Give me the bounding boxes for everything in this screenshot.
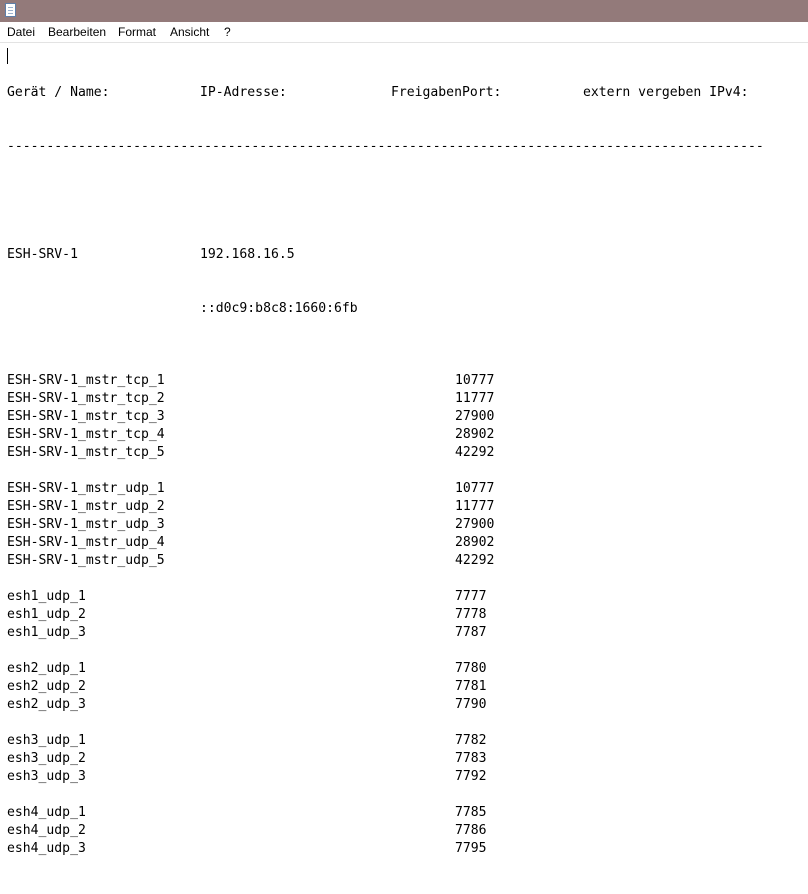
header-port: FreigabenPort: bbox=[391, 85, 502, 100]
entry-name: esh1_udp_2 bbox=[7, 607, 86, 622]
port-entry-row: esh3_udp_2 7783 bbox=[7, 750, 487, 768]
entry-port: 27900 bbox=[455, 517, 495, 532]
server-ipv6-row: ::d0c9:b8c8:1660:6fb bbox=[7, 300, 358, 318]
menu-ansicht[interactable]: Ansicht bbox=[170, 25, 209, 39]
header-ip: IP-Adresse: bbox=[200, 85, 287, 100]
entry-port: 7782 bbox=[455, 733, 487, 748]
entry-name: ESH-SRV-1_mstr_tcp_5 bbox=[7, 445, 165, 460]
entry-name: ESH-SRV-1_mstr_udp_2 bbox=[7, 499, 165, 514]
entry-name: ESH-SRV-1_mstr_tcp_2 bbox=[7, 391, 165, 406]
port-entry-row: ESH-SRV-1_mstr_tcp_3 27900 bbox=[7, 408, 494, 426]
port-entry-row: esh3_udp_1 7782 bbox=[7, 732, 487, 750]
entry-port: 10777 bbox=[455, 481, 495, 496]
entry-port: 7781 bbox=[455, 679, 487, 694]
port-entry-row: ESH-SRV-1_mstr_udp_3 27900 bbox=[7, 516, 494, 534]
entry-name: ESH-SRV-1_mstr_udp_3 bbox=[7, 517, 165, 532]
port-groups: ESH-SRV-1_mstr_tcp_1 10777 ESH-SRV-1_mstr_… bbox=[7, 354, 494, 858]
port-entry-row: esh4_udp_1 7785 bbox=[7, 804, 487, 822]
title-bar[interactable] bbox=[0, 0, 808, 22]
menu-format[interactable]: Format bbox=[118, 25, 156, 39]
port-entry-row: ESH-SRV-1_mstr_udp_4 28902 bbox=[7, 534, 494, 552]
entry-name: ESH-SRV-1_mstr_udp_5 bbox=[7, 553, 165, 568]
port-entry-row: esh4_udp_3 7795 bbox=[7, 840, 487, 858]
header-name: Gerät / Name: bbox=[7, 85, 110, 100]
entry-port: 7792 bbox=[455, 769, 487, 784]
entry-name: esh2_udp_1 bbox=[7, 661, 86, 676]
entry-port: 10777 bbox=[455, 373, 495, 388]
entry-port: 11777 bbox=[455, 499, 495, 514]
port-entry-row: esh2_udp_3 7790 bbox=[7, 696, 487, 714]
entry-port: 7778 bbox=[455, 607, 487, 622]
entry-name: esh2_udp_3 bbox=[7, 697, 86, 712]
header-row: Gerät / Name: IP-Adresse: FreigabenPort:… bbox=[7, 84, 749, 102]
port-entry-row: esh2_udp_1 7780 bbox=[7, 660, 487, 678]
menu-bearbeiten[interactable]: Bearbeiten bbox=[48, 25, 106, 39]
entry-port: 42292 bbox=[455, 553, 495, 568]
entry-port: 7783 bbox=[455, 751, 487, 766]
port-entry-row: esh1_udp_1 7777 bbox=[7, 588, 487, 606]
document-text: Gerät / Name: IP-Adresse: FreigabenPort:… bbox=[7, 48, 764, 894]
entry-port: 7777 bbox=[455, 589, 487, 604]
entry-port: 27900 bbox=[455, 409, 495, 424]
entry-name: esh3_udp_2 bbox=[7, 751, 86, 766]
server-row: ESH-SRV-1 192.168.16.5 bbox=[7, 246, 295, 264]
port-entry-row: ESH-SRV-1_mstr_udp_2 11777 bbox=[7, 498, 494, 516]
entry-name: esh4_udp_1 bbox=[7, 805, 86, 820]
entry-port: 7785 bbox=[455, 805, 487, 820]
port-entry-row: ESH-SRV-1_mstr_tcp_1 10777 bbox=[7, 372, 494, 390]
port-entry-row: ESH-SRV-1_mstr_tcp_4 28902 bbox=[7, 426, 494, 444]
server-name: ESH-SRV-1 bbox=[7, 247, 78, 262]
port-entry-row: esh1_udp_3 7787 bbox=[7, 624, 487, 642]
entry-name: esh1_udp_3 bbox=[7, 625, 86, 640]
entry-name: ESH-SRV-1_mstr_tcp_4 bbox=[7, 427, 165, 442]
entry-port: 7790 bbox=[455, 697, 487, 712]
entry-port: 42292 bbox=[455, 445, 495, 460]
menu-help[interactable]: ? bbox=[224, 25, 231, 39]
port-entry-row: esh3_udp_3 7792 bbox=[7, 768, 487, 786]
entry-port: 7787 bbox=[455, 625, 487, 640]
entry-name: esh3_udp_3 bbox=[7, 769, 86, 784]
port-entry-row: ESH-SRV-1_mstr_udp_1 10777 bbox=[7, 480, 494, 498]
entry-port: 7780 bbox=[455, 661, 487, 676]
port-entry-row: esh2_udp_2 7781 bbox=[7, 678, 487, 696]
entry-name: ESH-SRV-1_mstr_tcp_1 bbox=[7, 373, 165, 388]
menu-datei[interactable]: Datei bbox=[7, 25, 35, 39]
port-entry-row: ESH-SRV-1_mstr_tcp_5 42292 bbox=[7, 444, 494, 462]
entry-name: esh4_udp_3 bbox=[7, 841, 86, 856]
entry-name: esh3_udp_1 bbox=[7, 733, 86, 748]
separator-line: ----------------------------------------… bbox=[7, 139, 764, 154]
entry-name: ESH-SRV-1_mstr_udp_1 bbox=[7, 481, 165, 496]
entry-name: esh2_udp_2 bbox=[7, 679, 86, 694]
entry-name: esh4_udp_2 bbox=[7, 823, 86, 838]
entry-name: ESH-SRV-1_mstr_tcp_3 bbox=[7, 409, 165, 424]
entry-port: 7795 bbox=[455, 841, 487, 856]
entry-name: ESH-SRV-1_mstr_udp_4 bbox=[7, 535, 165, 550]
port-entry-row: ESH-SRV-1_mstr_tcp_2 11777 bbox=[7, 390, 494, 408]
port-entry-row: esh1_udp_2 7778 bbox=[7, 606, 487, 624]
header-external-ipv4: extern vergeben IPv4: bbox=[583, 85, 749, 100]
entry-port: 28902 bbox=[455, 427, 495, 442]
notepad-icon bbox=[5, 3, 16, 17]
text-caret bbox=[7, 48, 8, 64]
separator-row: ----------------------------------------… bbox=[7, 138, 764, 156]
entry-port: 7786 bbox=[455, 823, 487, 838]
server-ipv4: 192.168.16.5 bbox=[200, 247, 295, 262]
port-entry-row: ESH-SRV-1_mstr_udp_5 42292 bbox=[7, 552, 494, 570]
entry-name: esh1_udp_1 bbox=[7, 589, 86, 604]
server-ipv6: ::d0c9:b8c8:1660:6fb bbox=[200, 301, 358, 316]
entry-port: 11777 bbox=[455, 391, 495, 406]
entry-port: 28902 bbox=[455, 535, 495, 550]
menu-bar: Datei Bearbeiten Format Ansicht ? bbox=[0, 22, 808, 42]
text-editor-area[interactable]: Gerät / Name: IP-Adresse: FreigabenPort:… bbox=[0, 42, 808, 856]
port-entry-row: esh4_udp_2 7786 bbox=[7, 822, 487, 840]
